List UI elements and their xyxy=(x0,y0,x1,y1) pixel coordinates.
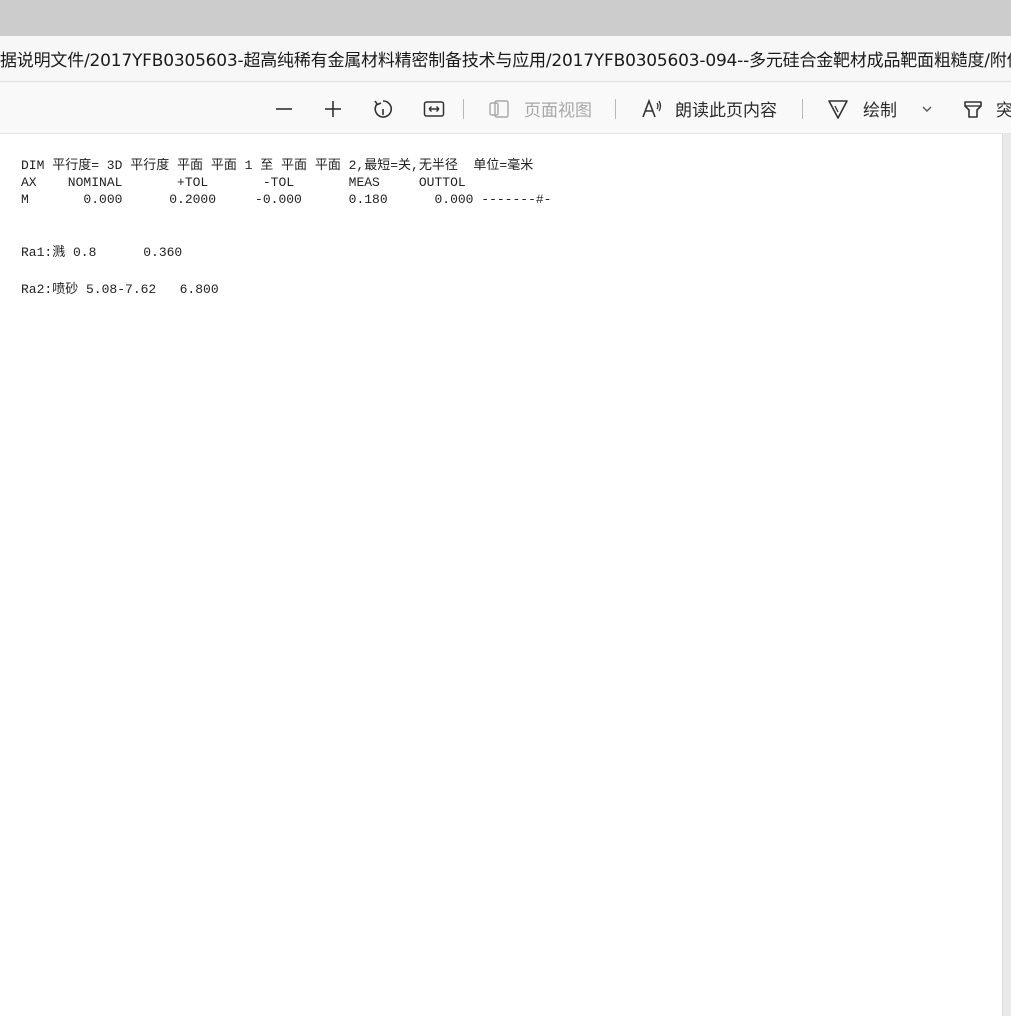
measurement-row: M 0.000 0.2000 -0.000 0.180 0.000 ------… xyxy=(21,192,552,207)
page-view-button[interactable]: 页面视图 xyxy=(488,83,592,133)
zoom-out-button[interactable] xyxy=(274,83,294,133)
draw-button[interactable]: 绘制 xyxy=(827,83,897,133)
page-view-label: 页面视图 xyxy=(524,101,592,121)
toolbar-divider xyxy=(463,99,464,119)
read-aloud-icon xyxy=(641,98,663,120)
rotate-icon xyxy=(372,98,394,120)
ra2-line: Ra2:喷砂 5.08-7.62 6.800 xyxy=(21,282,219,297)
column-headers: AX NOMINAL +TOL -TOL MEAS OUTTOL xyxy=(21,175,466,190)
draw-label: 绘制 xyxy=(863,101,897,121)
highlight-button[interactable]: 突 xyxy=(962,83,1011,133)
dim-heading-line: DIM 平行度= 3D 平行度 平面 平面 1 至 平面 平面 2,最短=关,无… xyxy=(21,158,534,173)
plus-icon xyxy=(323,99,343,119)
address-bar[interactable]: 据说明文件/2017YFB0305603-超高纯稀有金属材料精密制备技术与应用/… xyxy=(0,36,1011,82)
toolbar-divider xyxy=(615,99,616,119)
highlight-label: 突 xyxy=(996,96,1011,121)
fit-width-button[interactable] xyxy=(423,83,445,133)
read-aloud-button[interactable]: 朗读此页内容 xyxy=(641,83,777,133)
highlighter-icon xyxy=(962,98,984,120)
read-aloud-label: 朗读此页内容 xyxy=(675,101,777,121)
draw-icon xyxy=(827,98,849,120)
page-view-icon xyxy=(488,99,510,119)
chevron-down-icon xyxy=(920,102,934,116)
pdf-page: DIM 平行度= 3D 平行度 平面 平面 1 至 平面 平面 2,最短=关,无… xyxy=(0,134,1002,1016)
minus-icon xyxy=(274,99,294,119)
fit-width-icon xyxy=(423,100,445,118)
address-path[interactable]: 据说明文件/2017YFB0305603-超高纯稀有金属材料精密制备技术与应用/… xyxy=(0,46,1011,71)
window-title-strip xyxy=(0,0,1011,36)
document-viewport[interactable]: DIM 平行度= 3D 平行度 平面 平面 1 至 平面 平面 2,最短=关,无… xyxy=(0,134,1011,1016)
scrollbar-track[interactable] xyxy=(1002,134,1011,1016)
zoom-in-button[interactable] xyxy=(323,83,343,133)
pdf-toolbar: 页面视图 朗读此页内容 绘制 突 xyxy=(0,83,1011,134)
toolbar-divider xyxy=(802,99,803,119)
rotate-button[interactable] xyxy=(372,83,394,133)
ra1-line: Ra1:溅 0.8 0.360 xyxy=(21,245,183,260)
draw-options-button[interactable] xyxy=(920,83,934,133)
